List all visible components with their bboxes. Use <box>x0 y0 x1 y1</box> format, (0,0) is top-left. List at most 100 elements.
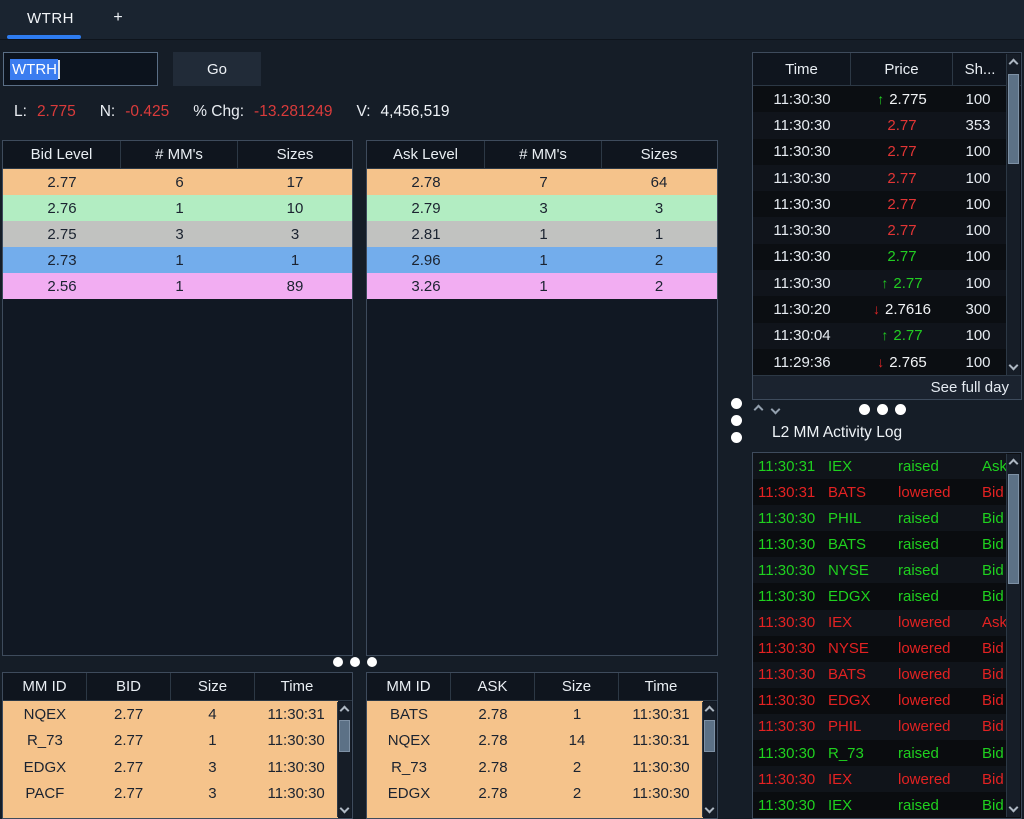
cell: 17 <box>286 173 304 191</box>
price-value: 2.77 <box>887 248 917 266</box>
cell: 3 <box>654 199 664 217</box>
activity-log-row: 11:30:30 EDGX raised Bid <box>753 583 1007 610</box>
ask-level-row[interactable]: 2.81 1 1 <box>367 221 717 247</box>
vertical-splitter-handle[interactable] <box>731 398 742 443</box>
ask-level-row[interactable]: 3.26 1 2 <box>367 273 717 299</box>
scroll-up-icon[interactable] <box>1008 58 1019 69</box>
price-value: 2.77 <box>893 274 923 292</box>
column-header: Bid Level <box>3 141 121 168</box>
price-value: 2.7616 <box>885 301 931 319</box>
log-mm-id: NYSE <box>828 561 869 579</box>
column-header: Price <box>851 53 953 85</box>
bid-level-row[interactable]: 2.73 1 1 <box>3 247 352 273</box>
volume-value: 4,456,519 <box>380 103 450 120</box>
trade-price: ↓ 2.7616 <box>851 301 953 318</box>
ask-level-row[interactable]: 2.96 1 2 <box>367 247 717 273</box>
bid-level-row[interactable]: 2.76 1 10 <box>3 195 352 221</box>
cell: 11:30:30 <box>267 785 325 803</box>
mm-bid-scrollbar <box>337 702 351 817</box>
trade-time: 11:30:30 <box>773 274 831 292</box>
cell: 11:30:30 <box>267 758 325 776</box>
scroll-up-icon[interactable] <box>704 705 715 716</box>
log-side: Ask <box>982 457 1007 475</box>
scrollbar-thumb[interactable] <box>1008 74 1019 164</box>
bid-level-row[interactable]: 2.77 6 17 <box>3 169 352 195</box>
price-value: 2.77 <box>887 195 917 213</box>
log-time: 11:30:30 <box>758 614 816 632</box>
price-value: 2.77 <box>887 169 917 187</box>
mm-bid-row: R_73 2.77 1 11:30:30 <box>3 728 338 755</box>
activity-log-title: L2 MM Activity Log <box>772 424 903 441</box>
mm-ask-row: NQEX 2.78 14 11:30:31 <box>367 728 703 755</box>
tab-wtrh[interactable]: WTRH <box>27 0 74 37</box>
collapse-down-icon[interactable] <box>770 404 781 415</box>
scroll-up-icon[interactable] <box>339 705 350 716</box>
text-caret <box>58 59 60 79</box>
time-sales-row: 11:30:04 ↑ 2.77 100 <box>753 322 1007 349</box>
l2-trading-window: WTRH + WTRH Go L: 2.775 N: -0.425 % Chg:… <box>0 0 1024 819</box>
cell: PACF <box>25 785 65 803</box>
trade-time: 11:30:30 <box>773 248 831 266</box>
column-header: Time <box>753 53 851 85</box>
trade-shares: 100 <box>965 90 991 108</box>
activity-log-row: 11:30:30 NYSE raised Bid <box>753 557 1007 584</box>
log-time: 11:30:30 <box>758 588 816 606</box>
column-header: Time <box>280 678 314 695</box>
cell: 2.81 <box>411 225 441 243</box>
trade-time: 11:30:30 <box>773 169 831 187</box>
splitter-dot <box>731 432 742 443</box>
horizontal-splitter-handle[interactable] <box>859 404 906 415</box>
go-button[interactable]: Go <box>173 52 261 86</box>
column-header: BID <box>87 673 171 700</box>
scroll-down-icon[interactable] <box>339 803 350 814</box>
cell: 7 <box>539 173 548 191</box>
symbol-input[interactable]: WTRH <box>3 52 158 86</box>
uptick-arrow-icon: ↑ <box>881 327 889 344</box>
bid-level-row[interactable]: 2.56 1 89 <box>3 273 352 299</box>
mm-bid-row: NQEX 2.77 4 11:30:31 <box>3 701 338 728</box>
net-value: -0.425 <box>125 103 170 120</box>
ask-level-row[interactable]: 2.78 7 64 <box>367 169 717 195</box>
cell: 1 <box>654 225 664 243</box>
cell: 2.78 <box>411 173 441 191</box>
scrollbar-thumb[interactable] <box>704 720 715 752</box>
bottom-splitter-handle[interactable] <box>333 657 377 667</box>
scrollbar-thumb[interactable] <box>1008 474 1019 584</box>
column-header: Sizes <box>640 146 678 163</box>
log-action: lowered <box>898 640 951 658</box>
collapse-up-icon[interactable] <box>753 404 764 415</box>
log-action: lowered <box>898 770 951 788</box>
ask-level-row[interactable]: 2.79 3 3 <box>367 195 717 221</box>
see-full-day-link[interactable]: See full day <box>931 379 1009 396</box>
column-header: Size <box>171 673 255 700</box>
log-side: Bid <box>982 796 1004 814</box>
downtick-arrow-icon: ↓ <box>873 301 881 318</box>
cell: 1 <box>175 199 184 217</box>
trade-price: 2.77 <box>851 143 953 160</box>
time-sales-row: 11:30:30 2.77 100 <box>753 191 1007 218</box>
log-time: 11:30:31 <box>758 457 816 475</box>
scrollbar-thumb[interactable] <box>339 720 350 752</box>
scroll-down-icon[interactable] <box>1008 802 1019 813</box>
scroll-up-icon[interactable] <box>1008 458 1019 469</box>
trade-price: 2.77 <box>851 170 953 187</box>
scroll-down-icon[interactable] <box>704 803 715 814</box>
scroll-down-icon[interactable] <box>1008 360 1019 371</box>
log-mm-id: PHIL <box>828 718 862 736</box>
cell: 2.77 <box>114 758 144 776</box>
trade-time: 11:30:30 <box>773 222 831 240</box>
log-side: Bid <box>982 509 1004 527</box>
cell: 11:30:31 <box>267 705 325 723</box>
trade-shares: 100 <box>965 169 991 187</box>
activity-log-rows: 11:30:31 IEX raised Ask 11:30:31 BATS lowered B… <box>753 453 1007 818</box>
time-sales-rows: 11:30:30 ↑ 2.775 100 11:30:30 2.77 353 11:30:30… <box>753 86 1007 375</box>
new-tab-button[interactable]: + <box>106 0 130 36</box>
trade-shares: 100 <box>965 222 991 240</box>
log-action: lowered <box>898 718 951 736</box>
cell: 2.96 <box>411 251 441 269</box>
time-sales-scrollbar <box>1006 54 1020 375</box>
time-sales-row: 11:30:20 ↓ 2.7616 300 <box>753 296 1007 323</box>
splitter-dot <box>333 657 343 667</box>
bid-level-row[interactable]: 2.75 3 3 <box>3 221 352 247</box>
trade-time: 11:29:36 <box>773 353 831 371</box>
